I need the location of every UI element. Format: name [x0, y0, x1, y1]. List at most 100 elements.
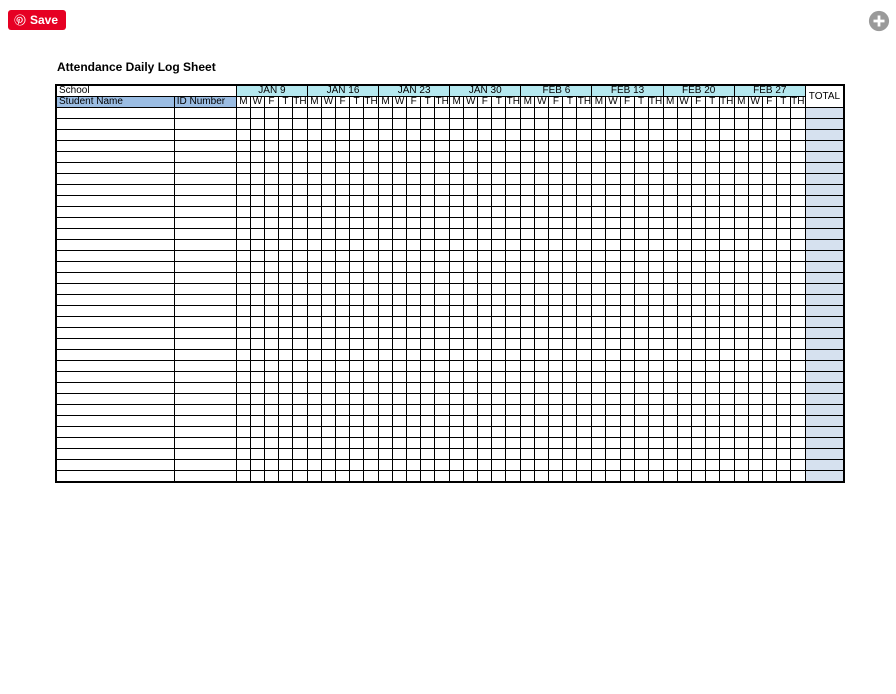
student-name-cell[interactable] — [56, 108, 174, 119]
attendance-cell[interactable] — [606, 130, 620, 141]
attendance-cell[interactable] — [506, 273, 521, 284]
attendance-cell[interactable] — [677, 240, 691, 251]
attendance-cell[interactable] — [506, 284, 521, 295]
attendance-cell[interactable] — [748, 185, 762, 196]
attendance-cell[interactable] — [606, 460, 620, 471]
attendance-cell[interactable] — [705, 273, 719, 284]
attendance-cell[interactable] — [492, 119, 506, 130]
attendance-cell[interactable] — [606, 471, 620, 482]
attendance-cell[interactable] — [407, 449, 421, 460]
attendance-cell[interactable] — [307, 350, 321, 361]
attendance-cell[interactable] — [421, 350, 435, 361]
attendance-cell[interactable] — [250, 295, 264, 306]
attendance-cell[interactable] — [264, 438, 278, 449]
attendance-cell[interactable] — [592, 460, 606, 471]
attendance-cell[interactable] — [776, 383, 790, 394]
attendance-cell[interactable] — [663, 229, 677, 240]
attendance-cell[interactable] — [421, 471, 435, 482]
attendance-cell[interactable] — [691, 361, 705, 372]
attendance-cell[interactable] — [407, 119, 421, 130]
attendance-cell[interactable] — [776, 240, 790, 251]
student-name-cell[interactable] — [56, 339, 174, 350]
attendance-cell[interactable] — [563, 471, 577, 482]
attendance-cell[interactable] — [464, 295, 478, 306]
attendance-cell[interactable] — [421, 339, 435, 350]
attendance-cell[interactable] — [506, 218, 521, 229]
attendance-cell[interactable] — [677, 119, 691, 130]
attendance-cell[interactable] — [278, 361, 292, 372]
attendance-cell[interactable] — [307, 317, 321, 328]
attendance-cell[interactable] — [435, 339, 450, 350]
attendance-cell[interactable] — [292, 108, 307, 119]
attendance-cell[interactable] — [421, 174, 435, 185]
attendance-cell[interactable] — [264, 174, 278, 185]
attendance-cell[interactable] — [250, 273, 264, 284]
id-number-cell[interactable] — [174, 295, 236, 306]
attendance-cell[interactable] — [592, 207, 606, 218]
attendance-cell[interactable] — [762, 405, 776, 416]
attendance-cell[interactable] — [292, 185, 307, 196]
attendance-cell[interactable] — [691, 405, 705, 416]
attendance-cell[interactable] — [577, 449, 592, 460]
attendance-cell[interactable] — [478, 339, 492, 350]
attendance-cell[interactable] — [492, 229, 506, 240]
attendance-cell[interactable] — [393, 196, 407, 207]
attendance-cell[interactable] — [350, 218, 364, 229]
attendance-cell[interactable] — [748, 163, 762, 174]
attendance-cell[interactable] — [292, 328, 307, 339]
attendance-cell[interactable] — [435, 328, 450, 339]
attendance-cell[interactable] — [577, 295, 592, 306]
attendance-cell[interactable] — [393, 284, 407, 295]
attendance-cell[interactable] — [705, 405, 719, 416]
attendance-cell[interactable] — [236, 119, 250, 130]
attendance-cell[interactable] — [592, 273, 606, 284]
attendance-cell[interactable] — [705, 328, 719, 339]
attendance-cell[interactable] — [734, 416, 748, 427]
attendance-cell[interactable] — [748, 130, 762, 141]
attendance-cell[interactable] — [393, 328, 407, 339]
attendance-cell[interactable] — [321, 317, 335, 328]
attendance-cell[interactable] — [762, 196, 776, 207]
attendance-cell[interactable] — [776, 284, 790, 295]
attendance-cell[interactable] — [634, 394, 648, 405]
attendance-cell[interactable] — [492, 383, 506, 394]
attendance-cell[interactable] — [450, 350, 464, 361]
attendance-cell[interactable] — [606, 449, 620, 460]
attendance-cell[interactable] — [506, 471, 521, 482]
attendance-cell[interactable] — [719, 306, 734, 317]
student-name-cell[interactable] — [56, 262, 174, 273]
attendance-cell[interactable] — [790, 317, 805, 328]
attendance-cell[interactable] — [535, 119, 549, 130]
attendance-cell[interactable] — [691, 185, 705, 196]
attendance-cell[interactable] — [250, 427, 264, 438]
attendance-cell[interactable] — [364, 438, 379, 449]
attendance-cell[interactable] — [379, 108, 393, 119]
attendance-cell[interactable] — [648, 306, 663, 317]
attendance-cell[interactable] — [292, 284, 307, 295]
attendance-cell[interactable] — [648, 328, 663, 339]
attendance-cell[interactable] — [748, 394, 762, 405]
attendance-cell[interactable] — [734, 163, 748, 174]
attendance-cell[interactable] — [592, 262, 606, 273]
attendance-cell[interactable] — [705, 383, 719, 394]
attendance-cell[interactable] — [549, 372, 563, 383]
attendance-cell[interactable] — [506, 306, 521, 317]
attendance-cell[interactable] — [464, 196, 478, 207]
attendance-cell[interactable] — [790, 306, 805, 317]
attendance-cell[interactable] — [563, 460, 577, 471]
attendance-cell[interactable] — [719, 130, 734, 141]
attendance-cell[interactable] — [307, 449, 321, 460]
attendance-cell[interactable] — [606, 174, 620, 185]
attendance-cell[interactable] — [407, 218, 421, 229]
attendance-cell[interactable] — [464, 361, 478, 372]
attendance-cell[interactable] — [336, 427, 350, 438]
attendance-cell[interactable] — [236, 229, 250, 240]
attendance-cell[interactable] — [492, 306, 506, 317]
attendance-cell[interactable] — [379, 273, 393, 284]
attendance-cell[interactable] — [577, 361, 592, 372]
attendance-cell[interactable] — [577, 141, 592, 152]
attendance-cell[interactable] — [350, 174, 364, 185]
attendance-cell[interactable] — [492, 196, 506, 207]
attendance-cell[interactable] — [734, 240, 748, 251]
attendance-cell[interactable] — [577, 185, 592, 196]
